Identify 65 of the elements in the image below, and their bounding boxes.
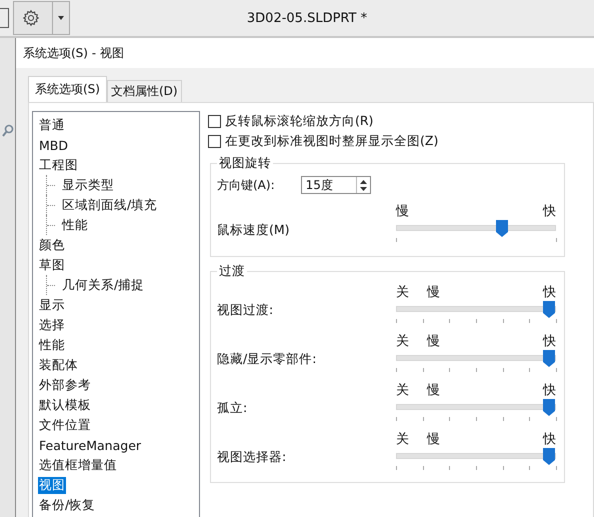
dialog-title: 系统选项(S) - 视图 (22, 44, 125, 62)
tree-item[interactable]: 选值框增量值 (38, 456, 118, 474)
down-arrow-icon[interactable] (360, 186, 367, 190)
scale-label: 慢 (427, 284, 440, 300)
up-arrow-icon[interactable] (360, 180, 367, 184)
scale-label: 慢 (396, 203, 409, 219)
tree-connector (46, 215, 57, 235)
checkbox[interactable] (208, 134, 221, 148)
scale-label: 快 (543, 284, 556, 300)
settings-icon (22, 9, 40, 27)
tree-item[interactable]: MBD (38, 138, 69, 152)
slider-label: 孤立: (217, 399, 248, 417)
tree-item[interactable]: 视图 (38, 476, 66, 494)
list-icon[interactable] (0, 8, 9, 28)
group-title: 视图旋转 (217, 155, 273, 172)
scale-label: 关 (396, 430, 409, 446)
tree-item[interactable]: 区域剖面线/填充 (61, 196, 158, 214)
checkbox-label: 反转鼠标滚轮缩放方向(R) (225, 112, 374, 130)
slider-label: 视图过渡: (217, 301, 274, 319)
tree-item[interactable]: 默认模板 (38, 396, 92, 414)
tree-item[interactable]: 文件位置 (38, 416, 92, 434)
options-button[interactable] (13, 1, 70, 35)
spin-field[interactable]: 15度 (300, 176, 371, 194)
scale-label: 快 (543, 203, 556, 219)
tree-item[interactable]: 几何关系/捕捉 (61, 276, 146, 294)
slider-thumb[interactable] (543, 448, 555, 464)
scale-label: 慢 (427, 332, 440, 348)
tree-item[interactable]: 普通 (38, 116, 66, 134)
slider-thumb[interactable] (543, 398, 555, 416)
tree-item[interactable]: 工程图 (38, 156, 79, 174)
tree-item[interactable]: 备份/恢复 (38, 496, 96, 514)
tree-item[interactable]: 显示类型 (61, 176, 115, 194)
search-icon[interactable] (2, 124, 14, 138)
tree-connector (46, 275, 57, 295)
tab[interactable]: 文档属性(D) (106, 80, 182, 102)
scale-label: 关 (396, 382, 409, 398)
tab[interactable]: 系统选项(S) (28, 76, 107, 102)
scale-label: 慢 (427, 430, 440, 446)
slider-label: 鼠标速度(M) (217, 220, 290, 238)
tree-item[interactable]: 装配体 (38, 356, 79, 374)
slider-label: 视图选择器: (217, 448, 286, 466)
tree-connector (46, 175, 57, 195)
window-title: 3D02-05.SLDPRT * (246, 10, 368, 26)
tree-connector (46, 195, 57, 215)
slider-thumb[interactable] (543, 350, 555, 366)
checkbox-label: 在更改到标准视图时整屏显示全图(Z) (225, 132, 438, 150)
tree-item[interactable]: 性能 (61, 216, 89, 234)
tree-item[interactable]: 性能 (38, 336, 66, 354)
tree-item[interactable]: 外部参考 (38, 376, 92, 394)
tree-item[interactable]: FeatureManager (38, 438, 142, 452)
scale-label: 慢 (427, 382, 440, 398)
tree-item[interactable]: 选择 (38, 316, 66, 334)
tree-item[interactable]: 显示 (38, 296, 66, 314)
slider-thumb[interactable] (543, 300, 555, 318)
scale-label: 关 (396, 332, 409, 348)
slider-label: 隐藏/显示零部件: (217, 350, 316, 368)
scale-label: 关 (396, 284, 409, 300)
field-label: 方向键(A): (217, 176, 275, 194)
tree-item[interactable]: 草图 (38, 256, 66, 274)
tree-item[interactable]: 颜色 (38, 236, 66, 254)
scale-label: 快 (543, 430, 556, 446)
scale-label: 快 (543, 332, 556, 348)
checkbox[interactable] (208, 114, 221, 128)
scale-label: 快 (543, 382, 556, 398)
slider-thumb[interactable] (496, 220, 508, 237)
